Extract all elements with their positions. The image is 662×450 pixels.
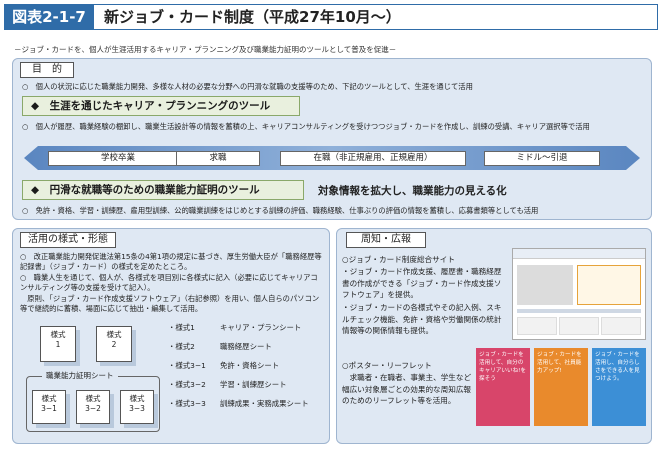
purpose-text: ○ 個人の状況に応じた職業能力開発、多様な人材の必要な分野への円滑な就職の支援等… bbox=[22, 82, 473, 91]
purpose-tag: 目 的 bbox=[20, 62, 74, 78]
form2-doc-icon: 様式 2 bbox=[96, 326, 132, 362]
site-point2: ・ジョブ・カードの各様式やその記入例、スキルチェック機能、免許・資格や労働関係の… bbox=[342, 303, 502, 335]
form3-3-doc-icon: 様式 3−3 bbox=[120, 390, 154, 424]
stage-graduation: 学校卒業 bbox=[48, 151, 188, 166]
website-screenshot bbox=[512, 248, 646, 340]
publicity-tag: 周知・広報 bbox=[346, 232, 426, 248]
forms-list-item: ・様式1 キャリア・プランシート bbox=[168, 323, 302, 332]
stage-job-seeking: 求職 bbox=[176, 151, 260, 166]
certification-section-title: ◆ 円滑な就職等のための職業能力証明のツール bbox=[22, 180, 304, 200]
site-title: ○ジョブ・カード制度総合サイト bbox=[342, 255, 455, 264]
forms-para3: 原則、「ジョブ・カード作成支援ソフトウェア」（右記参照）を用い、個人自らのパソコ… bbox=[20, 294, 320, 313]
forms-para2: ○ 職業人生を通じて、個人が、各様式を項目別に各様式に記入（必要に応じてキャリア… bbox=[20, 273, 318, 292]
figure-label: 図表2-1-7 bbox=[4, 4, 94, 30]
website-hero-image bbox=[517, 265, 573, 305]
form1-doc-icon: 様式 1 bbox=[40, 326, 76, 362]
stage-employed: 在職（非正規雇用、正規雇用） bbox=[280, 151, 466, 166]
form3-2-doc-icon: 様式 3−2 bbox=[76, 390, 110, 424]
forms-list-item: ・様式3−3 訓練成果・実務成果シート bbox=[168, 399, 309, 408]
cert-sheet-label: 職業能力証明シート bbox=[42, 370, 118, 381]
leaflet-employer: ジョブ・カードを活用して、社員能力アップ! bbox=[534, 348, 588, 426]
career-planning-section-title: ◆ 生涯を通じたキャリア・プランニングのツール bbox=[22, 96, 300, 116]
forms-list-item: ・様式3−1 免許・資格シート bbox=[168, 361, 280, 370]
certification-side-text: 対象情報を拡大し、職業能力の見える化 bbox=[318, 185, 507, 197]
forms-list-item: ・様式3−2 学習・訓練歴シート bbox=[168, 380, 287, 389]
career-planning-text: ○ 個人が履歴、職業経験の棚卸し、職業生活設計等の情報を蓄積の上、キャリアコンサ… bbox=[22, 122, 590, 131]
site-point1: ・ジョブ・カード作成支援、履歴書・職務経歴書の作成ができる「ジョブ・カード作成支… bbox=[342, 267, 502, 299]
form3-1-doc-icon: 様式 3−1 bbox=[32, 390, 66, 424]
forms-para1: ○ 改正職業能力開発促進法第15条の4第1項の規定に基づき、厚生労働大臣が「職務… bbox=[20, 252, 322, 271]
forms-tag: 活用の様式・形態 bbox=[20, 232, 116, 248]
forms-list: ・様式1 キャリア・プランシート ・様式2 職務経歴シート ・様式3−1 免許・資格シ… bbox=[168, 322, 328, 417]
leaflet-jobseeker: ジョブ・カードを活用して、自分のキャリアいいね!を探そう bbox=[476, 348, 530, 426]
figure-title: 新ジョブ・カード制度（平成27年10月〜） bbox=[104, 8, 401, 26]
website-banner bbox=[577, 265, 641, 305]
stage-middle-retirement: ミドル〜引退 bbox=[484, 151, 600, 166]
subtitle: －ジョブ・カードを、個人が生涯活用するキャリア・プランニング及び職業能力証明のツ… bbox=[14, 45, 397, 54]
poster-text: 求職者・在職者、事業主、学生など幅広い対象層ごとの効果的な周知広報のためのリーフ… bbox=[342, 373, 472, 405]
leaflet-student: ジョブ・カードを活用し、自分らしさをできる人を見つけよう。 bbox=[592, 348, 646, 426]
certification-text: ○ 免許・資格、学習・訓練歴、雇用型訓練、公的職業訓練をはじめとする訓練の評価、… bbox=[22, 206, 539, 215]
forms-list-item: ・様式2 職務経歴シート bbox=[168, 342, 272, 351]
poster-title: ○ポスター・リーフレット bbox=[342, 361, 432, 370]
